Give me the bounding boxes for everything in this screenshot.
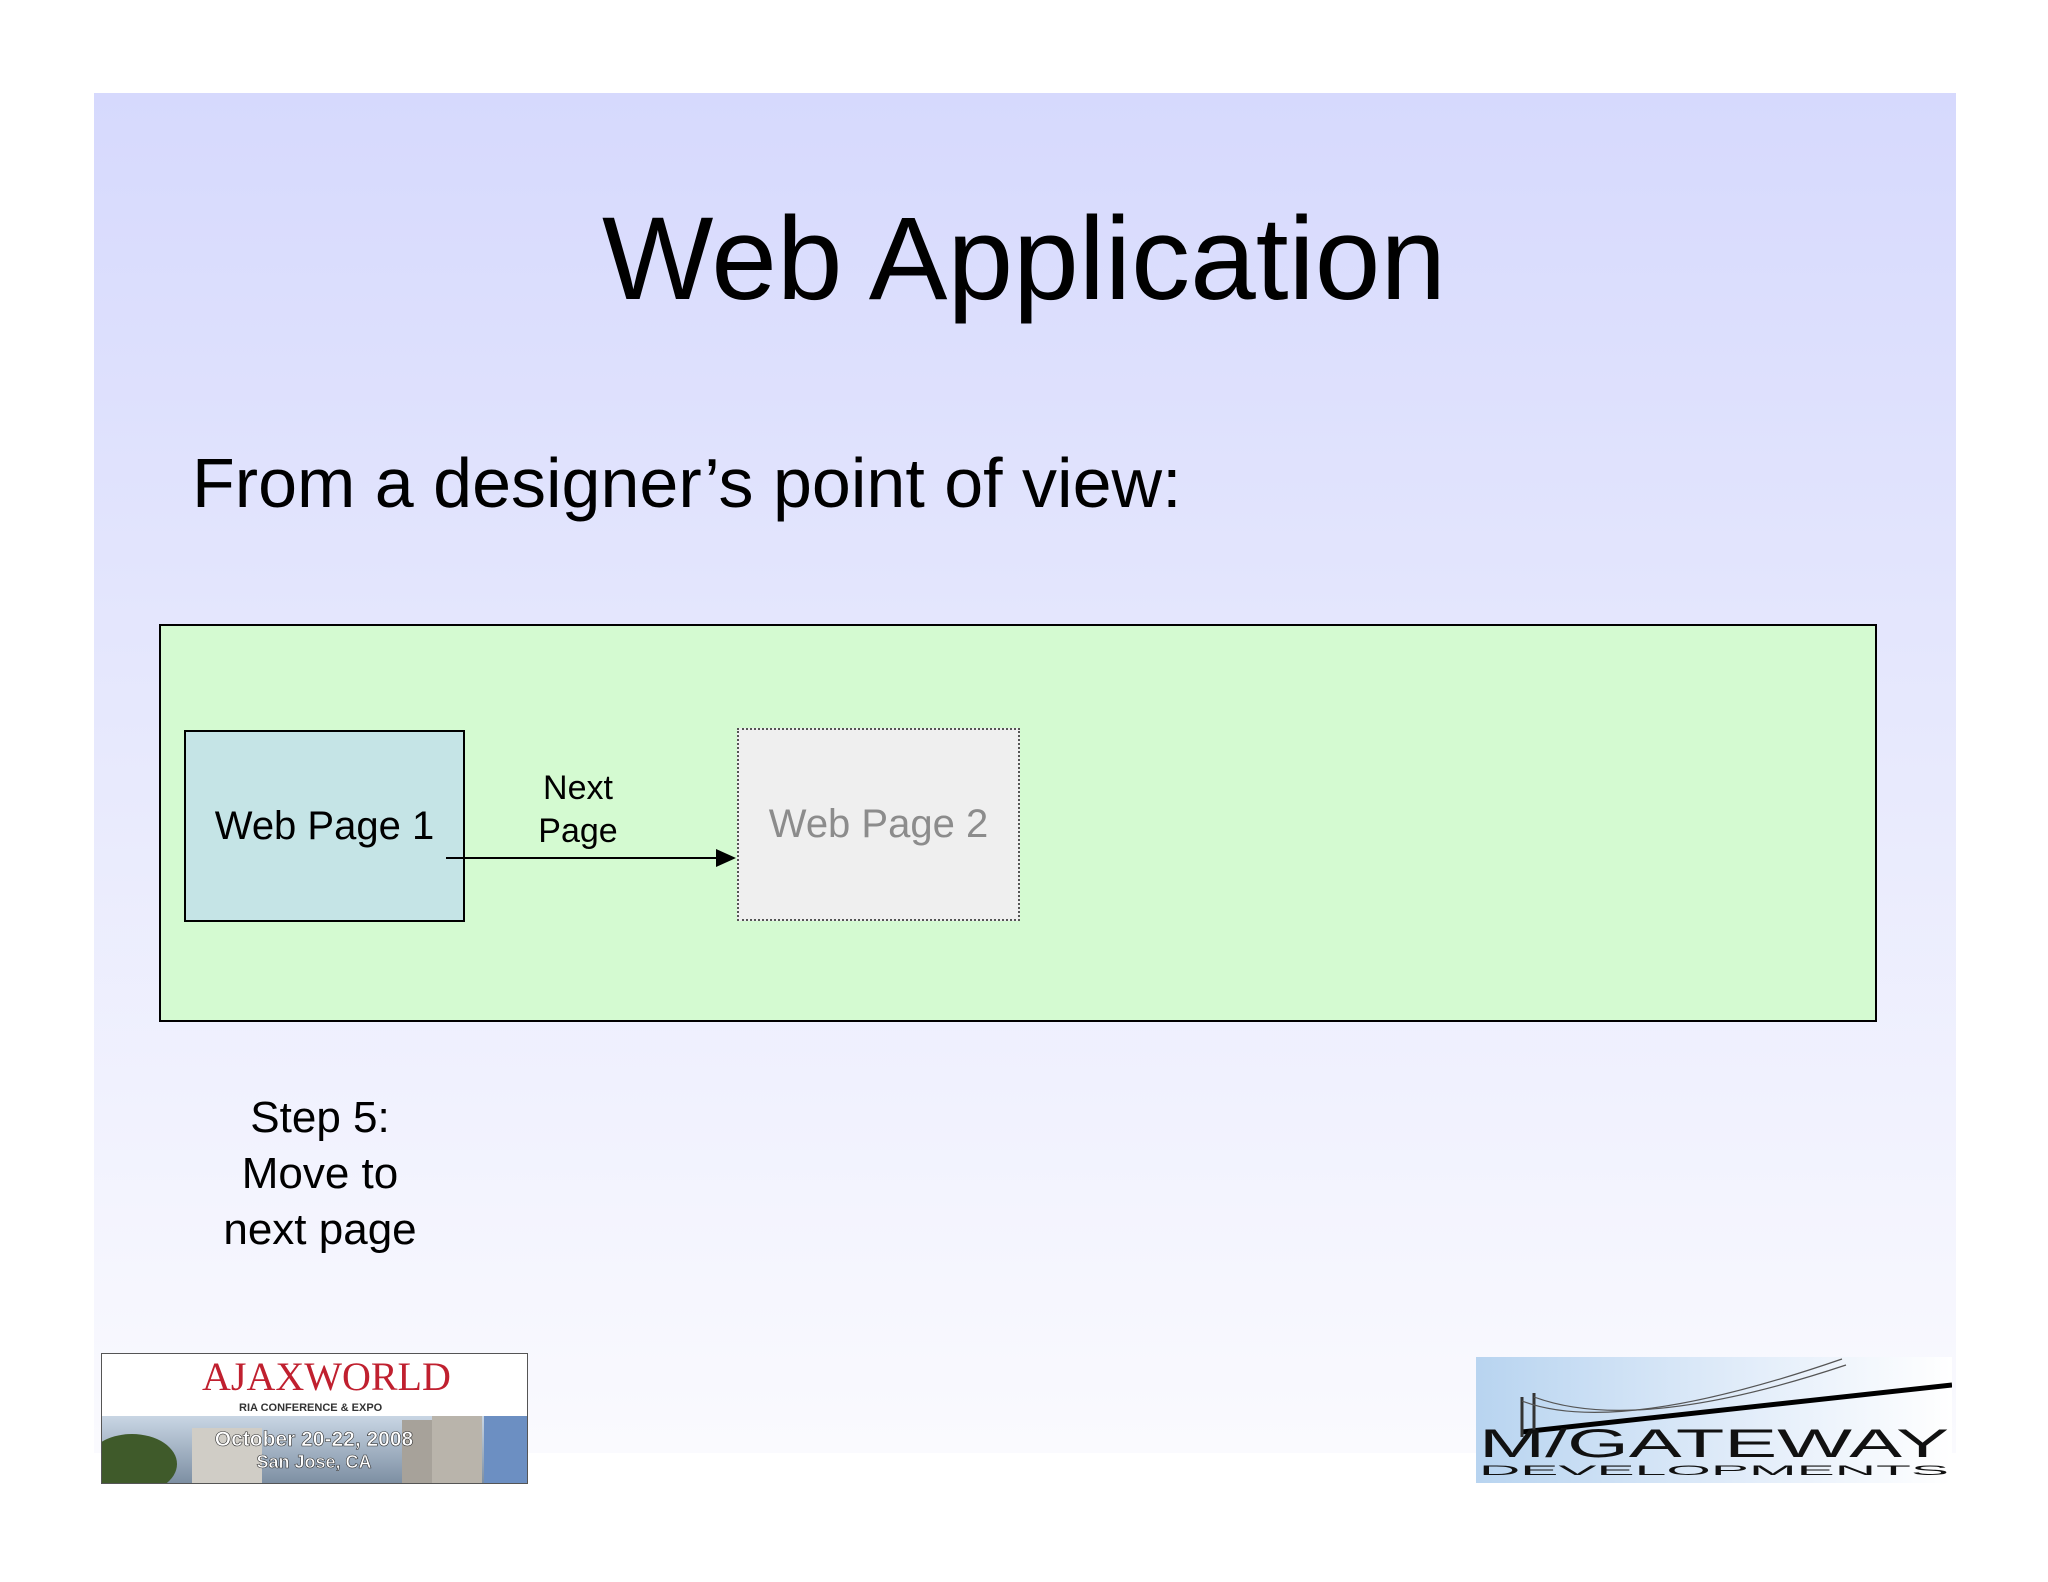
next-page-arrow bbox=[446, 849, 736, 867]
step-caption: Step 5: Move to next page bbox=[200, 1090, 440, 1258]
web-page-2-label: Web Page 2 bbox=[768, 802, 989, 846]
slide-subtitle: From a designer’s point of view: bbox=[192, 444, 1182, 522]
mgateway-logo-graphic: M/GATEWAY DEVELOPMENTS bbox=[1476, 1357, 1952, 1483]
ajaxworld-dates: October 20-22, 2008 bbox=[215, 1428, 414, 1451]
mgateway-subbrand: DEVELOPMENTS bbox=[1479, 1462, 1949, 1478]
web-page-2-box: Web Page 2 bbox=[737, 728, 1020, 921]
next-page-label-line-1: Next bbox=[543, 769, 613, 807]
ajaxworld-logo: AJAXWORLD RIA CONFERENCE & EXPO October … bbox=[101, 1353, 528, 1484]
mgateway-brand: M/GATEWAY bbox=[1479, 1422, 1949, 1466]
web-page-1-box: Web Page 1 bbox=[184, 730, 465, 922]
web-page-1-label: Web Page 1 bbox=[214, 803, 435, 848]
mgateway-logo: M/GATEWAY DEVELOPMENTS bbox=[1476, 1357, 1952, 1483]
ajaxworld-location: San Jose, CA bbox=[256, 1452, 371, 1472]
slide-title: Web Application bbox=[601, 193, 1447, 325]
ajaxworld-tagline: RIA CONFERENCE & EXPO bbox=[239, 1402, 383, 1414]
step-caption-line-2: Move to bbox=[241, 1149, 399, 1198]
next-page-label: Next Page bbox=[528, 767, 628, 853]
ajaxworld-brand: AJAXWORLD bbox=[202, 1354, 451, 1399]
step-caption-line-3: next page bbox=[223, 1205, 417, 1254]
ajaxworld-logo-graphic: AJAXWORLD RIA CONFERENCE & EXPO October … bbox=[102, 1354, 527, 1483]
step-caption-line-1: Step 5: bbox=[250, 1093, 390, 1142]
